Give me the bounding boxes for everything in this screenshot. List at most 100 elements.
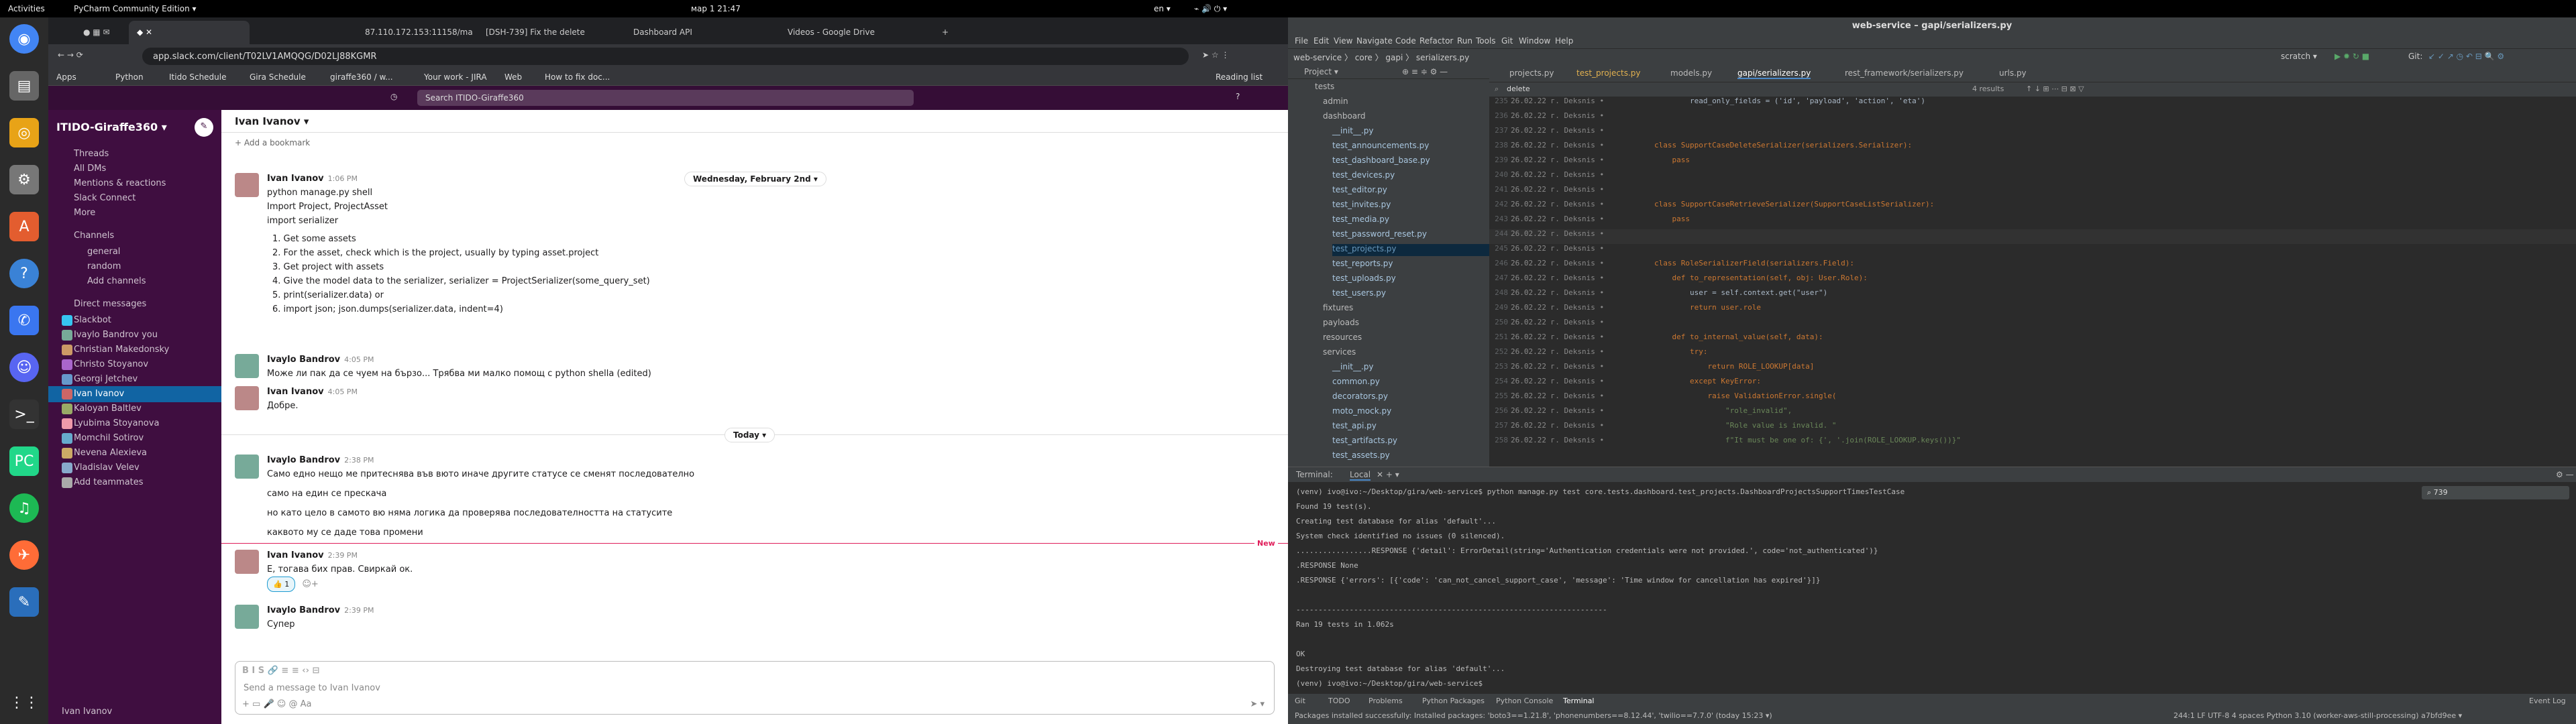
dm-item[interactable]: Slackbot bbox=[48, 312, 221, 328]
tree-item[interactable]: __init__.py bbox=[1332, 126, 1374, 138]
message-author[interactable]: Ivaylo Bandrov bbox=[267, 605, 340, 615]
history-icon[interactable]: ◷ bbox=[390, 92, 397, 101]
terminal-line[interactable]: System check identified no issues (0 sil… bbox=[1296, 532, 1505, 540]
menu-navigate[interactable]: Navigate bbox=[1356, 36, 1393, 46]
tree-item[interactable]: test_artifacts.py bbox=[1332, 436, 1397, 448]
sidebar-item-all-dms[interactable]: All DMs bbox=[48, 161, 221, 177]
tree-item[interactable]: dashboard bbox=[1323, 111, 1365, 123]
tree-item[interactable]: payloads bbox=[1323, 318, 1359, 330]
tree-item[interactable]: test_dashboard_base.py bbox=[1332, 156, 1430, 168]
tree-item[interactable]: test_devices.py bbox=[1332, 170, 1395, 182]
terminal-line[interactable]: OK bbox=[1296, 650, 1305, 658]
tree-item[interactable]: test_assets.py bbox=[1332, 450, 1390, 463]
terminal-line[interactable]: (venv) ivo@ivo:~/Desktop/gira/web-servic… bbox=[1296, 487, 1904, 496]
dm-item[interactable]: Kaloyan Baltlev bbox=[48, 401, 221, 417]
terminal-line[interactable]: Ran 19 tests in 1.062s bbox=[1296, 620, 1394, 629]
code-text[interactable]: read_only_fields = ('id', 'payload', 'ac… bbox=[1654, 97, 1925, 105]
network-icon[interactable]: ⌁ 🔊 ⏻ ▾ bbox=[1194, 4, 1227, 14]
blame-annotation[interactable]: 26.02.22 г. Deksnis • bbox=[1511, 421, 1604, 430]
git-actions-icon[interactable]: ↙ ✓ ↗ ◷ ↶ ⊟ 🔍 ⚙ bbox=[2428, 52, 2504, 61]
reading-list[interactable]: Reading list bbox=[1216, 72, 1263, 82]
dm-item[interactable]: Christian Makedonsky bbox=[48, 342, 221, 358]
tool-tab-event-log[interactable]: Event Log bbox=[2529, 697, 2566, 705]
tree-item[interactable]: fixtures bbox=[1323, 303, 1353, 315]
message-author[interactable]: Ivan Ivanov bbox=[267, 387, 324, 397]
code-line[interactable]: 243 26.02.22 г. Deksnis • pass bbox=[1489, 215, 2576, 229]
dm-header[interactable]: Direct messages bbox=[48, 296, 221, 312]
project-toolbar-icons[interactable]: ⊕ ≡ ≑ ⚙ — bbox=[1402, 67, 1448, 76]
editor-tab-active[interactable]: gapi/serializers.py bbox=[1737, 68, 1811, 79]
app-menu[interactable]: PyCharm Community Edition ▾ bbox=[74, 4, 197, 13]
avatar[interactable] bbox=[235, 605, 259, 629]
blame-annotation[interactable]: 26.02.22 г. Deksnis • bbox=[1511, 436, 1604, 444]
run-icon[interactable]: ▶ ✹ ↻ ■ bbox=[2334, 52, 2369, 61]
code-line[interactable]: 237 26.02.22 г. Deksnis • bbox=[1489, 126, 2576, 141]
message-author[interactable]: Ivan Ivanov bbox=[267, 174, 324, 184]
menu-view[interactable]: View bbox=[1334, 36, 1352, 46]
blame-annotation[interactable]: 26.02.22 г. Deksnis • bbox=[1511, 170, 1604, 179]
blame-annotation[interactable]: 26.02.22 г. Deksnis • bbox=[1511, 156, 1604, 164]
menu-edit[interactable]: Edit bbox=[1313, 36, 1329, 46]
editor-tab[interactable]: models.py bbox=[1670, 68, 1712, 78]
browser-tab[interactable]: 87.110.172.153:11158/ma bbox=[357, 21, 478, 44]
code-text[interactable]: return user.role bbox=[1654, 303, 1761, 312]
editor-icon[interactable]: ✎ bbox=[9, 587, 39, 617]
code-line[interactable]: 256 26.02.22 г. Deksnis • "role_invalid", bbox=[1489, 406, 2576, 421]
dm-item[interactable]: Lyubima Stoyanova bbox=[48, 416, 221, 432]
clock[interactable]: мар 1 21:47 bbox=[691, 4, 741, 13]
blame-annotation[interactable]: 26.02.22 г. Deksnis • bbox=[1511, 126, 1604, 135]
code-line[interactable]: 240 26.02.22 г. Deksnis • bbox=[1489, 170, 2576, 185]
tree-item[interactable]: test_announcements.py bbox=[1332, 141, 1429, 153]
code-text[interactable]: class RoleSerializerField(serializers.Fi… bbox=[1654, 259, 1854, 267]
compose-icon[interactable]: ✎ bbox=[195, 118, 213, 137]
sidebar-item-mentions[interactable]: Mentions & reactions bbox=[48, 176, 221, 192]
breadcrumb[interactable]: web-service 〉 core 〉 gapi 〉 serializers.… bbox=[1293, 52, 1469, 63]
code-line[interactable]: 238 26.02.22 г. Deksnis • class SupportCas… bbox=[1489, 141, 2576, 156]
libreoffice-icon[interactable]: A bbox=[9, 212, 39, 241]
bookmark-item[interactable]: How to fix doc... bbox=[545, 72, 610, 82]
slack-search[interactable]: Search ITIDO-Giraffe360 bbox=[417, 90, 914, 106]
format-toolbar[interactable]: B I S 🔗 ≡ ≡ ‹› ⊟ bbox=[242, 666, 319, 676]
send-button[interactable]: ➤ ▾ bbox=[1250, 699, 1265, 709]
files-icon[interactable]: ▤ bbox=[9, 71, 39, 101]
code-text[interactable]: user = self.context.get("user") bbox=[1654, 288, 1827, 297]
bookmark-item[interactable]: Web bbox=[504, 72, 522, 82]
avatar[interactable] bbox=[235, 354, 259, 378]
tree-item[interactable]: common.py bbox=[1332, 377, 1380, 389]
composer-actions[interactable]: + ▭ 🎤 ☺ @ Aa bbox=[242, 699, 311, 709]
new-tab-button[interactable]: + bbox=[934, 21, 954, 44]
tree-item[interactable]: test_api.py bbox=[1332, 421, 1377, 433]
bookmark-item[interactable]: Apps bbox=[56, 72, 76, 82]
avatar[interactable] bbox=[235, 386, 259, 410]
extension-icons[interactable]: ➤ ☆ ⋮ bbox=[1202, 50, 1229, 60]
blame-annotation[interactable]: 26.02.22 г. Deksnis • bbox=[1511, 200, 1604, 208]
editor-tab[interactable]: projects.py bbox=[1509, 68, 1554, 78]
code-text[interactable]: return ROLE_LOOKUP[data] bbox=[1654, 362, 1814, 371]
blame-annotation[interactable]: 26.02.22 г. Deksnis • bbox=[1511, 244, 1604, 253]
sidebar-item-more[interactable]: More bbox=[48, 205, 221, 221]
channel-random[interactable]: random bbox=[48, 259, 221, 275]
terminal-line[interactable]: ----------------------------------------… bbox=[1296, 605, 1607, 614]
code-line[interactable]: 236 26.02.22 г. Deksnis • bbox=[1489, 111, 2576, 126]
tree-item[interactable]: test_invites.py bbox=[1332, 200, 1391, 212]
spotify-icon[interactable]: ♫ bbox=[9, 493, 39, 523]
code-text[interactable]: class SupportCaseRetrieveSerializer(Supp… bbox=[1654, 200, 1934, 208]
message-time[interactable]: 4:05 PM bbox=[328, 387, 358, 396]
menu-git[interactable]: Git bbox=[1501, 36, 1513, 46]
run-config[interactable]: scratch ▾ bbox=[2281, 52, 2317, 61]
tree-item[interactable]: test_reports.py bbox=[1332, 259, 1393, 271]
dm-item[interactable]: Ivaylo Bandrov you bbox=[48, 327, 221, 343]
terminal-line[interactable]: Found 19 test(s). bbox=[1296, 502, 1372, 511]
menu-run[interactable]: Run bbox=[1457, 36, 1472, 46]
tree-item[interactable]: services bbox=[1323, 347, 1356, 359]
blame-annotation[interactable]: 26.02.22 г. Deksnis • bbox=[1511, 406, 1604, 415]
find-input[interactable]: delete bbox=[1507, 84, 1530, 93]
tree-item[interactable]: decorators.py bbox=[1332, 391, 1388, 404]
blame-annotation[interactable]: 26.02.22 г. Deksnis • bbox=[1511, 97, 1604, 105]
grid-icon[interactable]: ⋮⋮ bbox=[9, 688, 39, 717]
find-navigation-icons[interactable]: ↑ ↓ ⊞ ⋯ ⊟ ⊠ ▽ bbox=[2026, 84, 2084, 93]
message-time[interactable]: 1:06 PM bbox=[328, 174, 358, 183]
pycharm-icon[interactable]: PC bbox=[9, 446, 39, 476]
menu-help[interactable]: Help bbox=[1555, 36, 1573, 46]
tree-item[interactable]: resources bbox=[1323, 333, 1362, 345]
